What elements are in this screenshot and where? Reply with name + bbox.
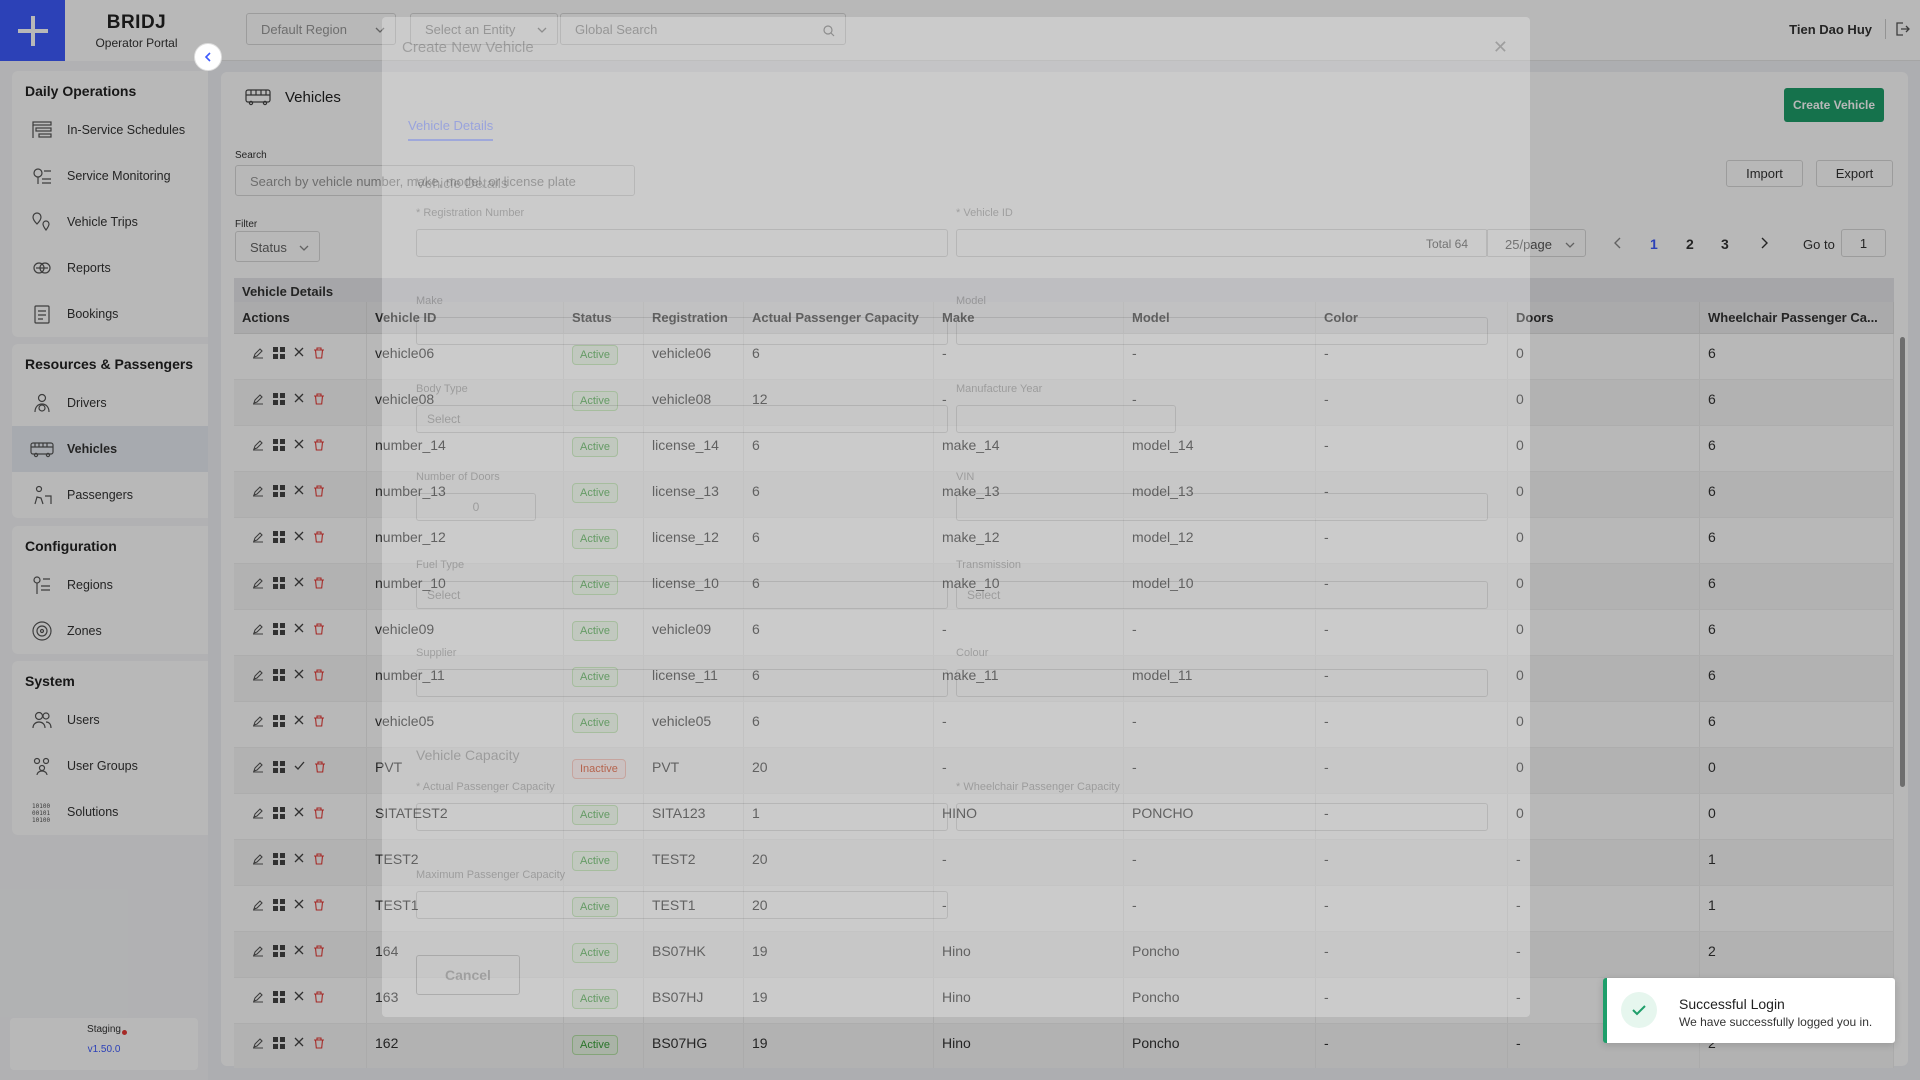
field-label: Number of Doors: [416, 471, 500, 483]
field-label: * Vehicle ID: [956, 207, 1013, 219]
field-label: * Wheelchair Passenger Capacity: [956, 781, 1120, 793]
section-title: Vehicle Capacity: [416, 747, 520, 763]
field-label: Maximum Passenger Capacity: [416, 869, 566, 881]
manufacture-year-input[interactable]: [956, 405, 1176, 433]
field-label: Colour: [956, 647, 989, 659]
field-label: Model: [956, 295, 986, 307]
transmission-select[interactable]: Select: [956, 581, 1488, 609]
make-input[interactable]: [416, 317, 948, 345]
max-capacity-input[interactable]: [416, 891, 948, 919]
actual-capacity-input[interactable]: [416, 803, 948, 831]
vehicle-id-input[interactable]: [956, 229, 1488, 257]
cancel-button[interactable]: Cancel: [416, 955, 520, 995]
toast-title: Successful Login: [1679, 996, 1785, 1012]
registration-number-input[interactable]: [416, 229, 948, 257]
collapse-sidebar-button[interactable]: [194, 43, 222, 71]
success-toast: Successful Login We have successfully lo…: [1603, 978, 1895, 1043]
supplier-input[interactable]: [416, 669, 948, 697]
field-label: Fuel Type: [416, 559, 465, 571]
field-label: VIN: [956, 471, 975, 483]
modal-title: Create New Vehicle: [402, 39, 534, 56]
field-label: Transmission: [956, 559, 1021, 571]
vin-input[interactable]: [956, 493, 1488, 521]
create-vehicle-modal: Create New Vehicle ✕ Vehicle Details Veh…: [382, 17, 1530, 1017]
chevron-left-icon: [204, 52, 211, 62]
body-type-select[interactable]: Select: [416, 405, 948, 433]
toast-message: We have successfully logged you in.: [1679, 1015, 1873, 1029]
wheelchair-capacity-input[interactable]: [956, 803, 1488, 831]
colour-input[interactable]: [956, 669, 1488, 697]
fuel-type-select[interactable]: Select: [416, 581, 948, 609]
check-icon: [1621, 992, 1657, 1028]
field-label: Make: [416, 295, 443, 307]
section-title: Vehicle Details: [416, 175, 508, 191]
tab-vehicle-details[interactable]: Vehicle Details: [408, 118, 494, 141]
model-input[interactable]: [956, 317, 1488, 345]
close-icon[interactable]: ✕: [1493, 37, 1508, 58]
field-label: Manufacture Year: [956, 383, 1043, 395]
field-label: Body Type: [416, 383, 468, 395]
doors-stepper[interactable]: 0: [416, 493, 536, 521]
field-label: Supplier: [416, 647, 457, 659]
field-label: * Registration Number: [416, 207, 525, 219]
field-label: * Actual Passenger Capacity: [416, 781, 555, 793]
